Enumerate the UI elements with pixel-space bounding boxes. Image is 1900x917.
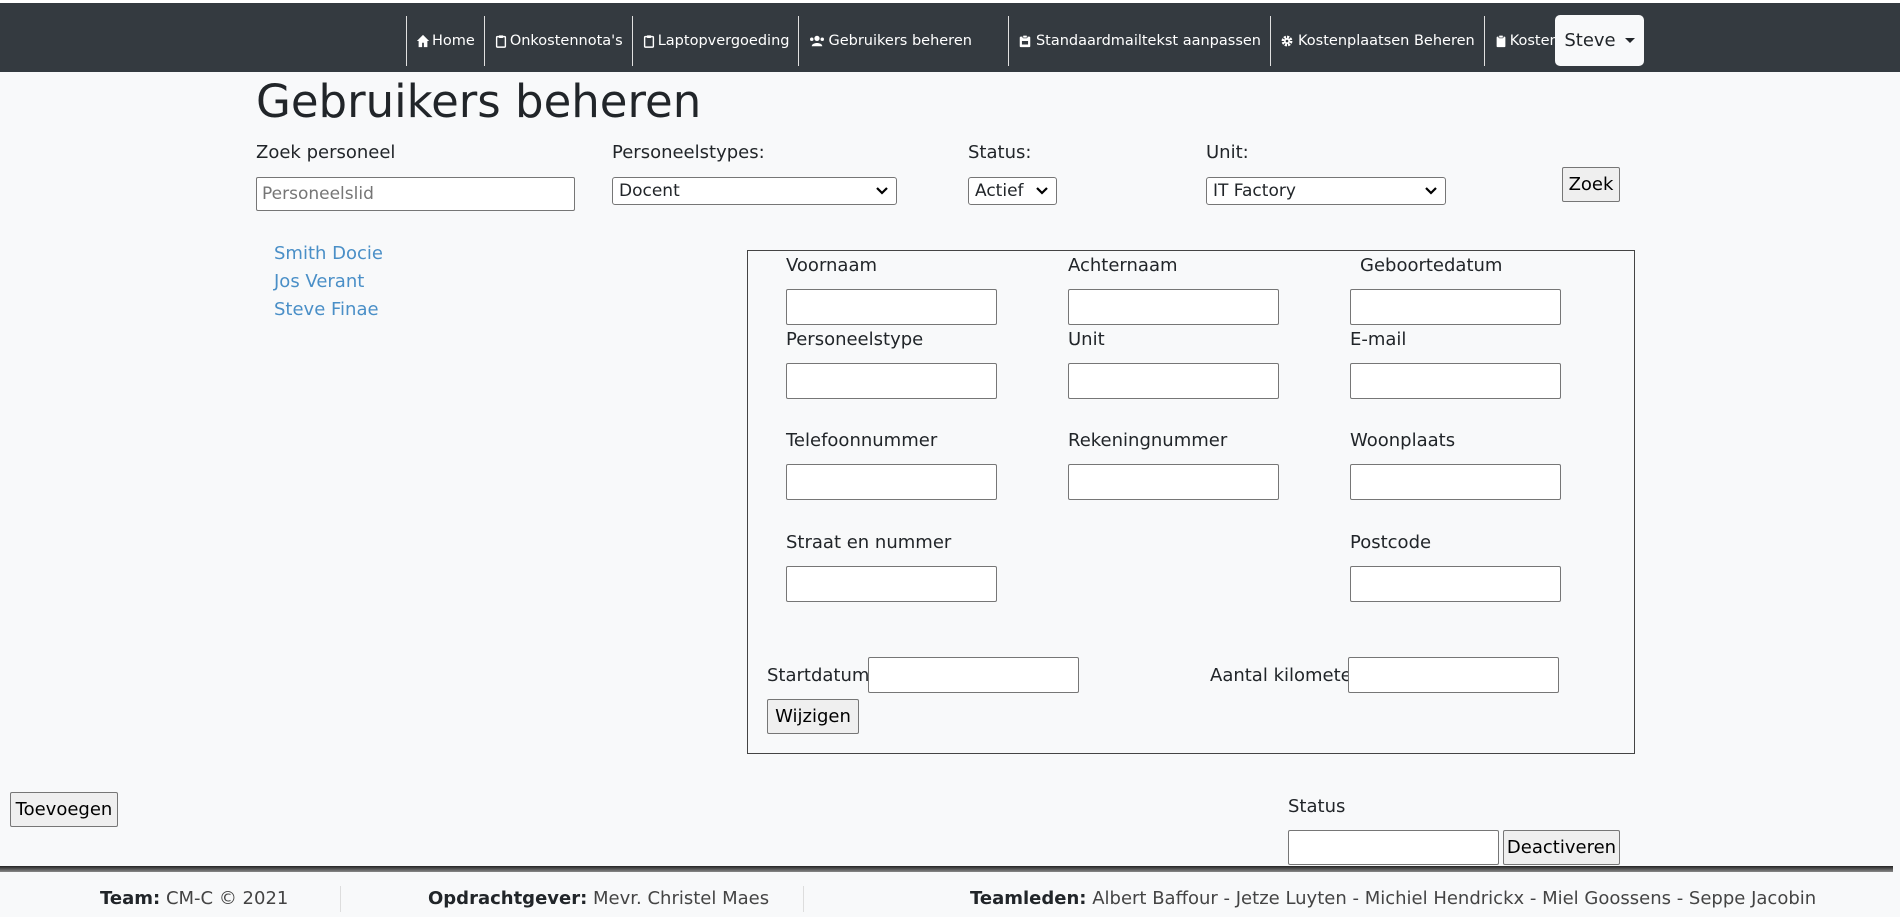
personeelstype-field[interactable]	[786, 363, 997, 399]
nav-laptopvergoeding[interactable]: Laptopvergoeding	[631, 16, 799, 66]
voornaam-label: Voornaam	[786, 255, 878, 276]
postcode-field[interactable]	[1350, 566, 1561, 602]
users-icon	[808, 34, 826, 48]
nav-onkostennotas-label: Onkostennota's	[509, 33, 623, 49]
personeelstype-select[interactable]: Docent	[612, 177, 897, 205]
navbar: Home Onkostennota's Laptopvergoeding Geb…	[0, 0, 1900, 72]
user-dropdown[interactable]: Steve	[1555, 15, 1644, 66]
footer-client: Opdrachtgever: Mevr. Christel Maes	[428, 888, 769, 909]
status-select[interactable]: Actief	[968, 177, 1057, 205]
telefoonnummer-field[interactable]	[786, 464, 997, 500]
nav-home-label: Home	[432, 33, 475, 49]
zoek-button[interactable]: Zoek	[1562, 167, 1620, 202]
nav-standaardmailtekst[interactable]: Standaardmailtekst aanpassen	[1007, 16, 1270, 66]
status-field[interactable]	[1288, 830, 1499, 865]
footer: Team: CM-C © 2021 Opdrachtgever: Mevr. C…	[0, 873, 1900, 917]
geboortedatum-label: Geboortedatum	[1360, 255, 1503, 276]
clipboard-icon	[642, 34, 656, 48]
postcode-label: Postcode	[1350, 532, 1432, 553]
toevoegen-button[interactable]: Toevoegen	[10, 792, 118, 827]
unit-value: IT Factory	[1213, 181, 1296, 201]
startdatum-label: Startdatum:	[767, 665, 876, 686]
rekeningnummer-field[interactable]	[1068, 464, 1279, 500]
footer-team-label: Team:	[100, 888, 161, 909]
footer-members-label: Teamleden:	[970, 888, 1087, 909]
telefoonnummer-label: Telefoonnummer	[786, 430, 938, 451]
rekeningnummer-label: Rekeningnummer	[1068, 430, 1228, 451]
nav-kostenplaatsen[interactable]: Kostenplaatsen Beheren	[1270, 16, 1484, 66]
nav-standaardmailtekst-label: Standaardmailtekst aanpassen	[1035, 33, 1261, 49]
user-link[interactable]: Jos Verant	[274, 268, 383, 296]
wijzigen-button[interactable]: Wijzigen	[767, 699, 859, 734]
woonplaats-label: Woonplaats	[1350, 430, 1456, 451]
unit-select[interactable]: IT Factory	[1206, 177, 1446, 205]
footer-members-value: Albert Baffour - Jetze Luyten - Michiel …	[1092, 888, 1817, 909]
home-icon	[416, 34, 430, 48]
footer-client-label: Opdrachtgever:	[428, 888, 588, 909]
nav-menu: Home Onkostennota's Laptopvergoeding Geb…	[406, 16, 1652, 66]
personeelstype-label: Personeelstype	[786, 329, 924, 350]
nav-gebruikers-label: Gebruikers beheren	[828, 33, 972, 49]
personeelstype-filter-label: Personeelstypes:	[612, 142, 765, 163]
user-details-panel: Voornaam Achternaam Geboortedatum Person…	[747, 250, 1635, 754]
search-label: Zoek personeel	[256, 142, 396, 163]
nav-gebruikers-beheren[interactable]: Gebruikers beheren	[798, 16, 1007, 66]
chevron-down-icon	[1425, 187, 1437, 195]
footer-team-value: CM-C © 2021	[165, 888, 289, 909]
mail-icon	[1018, 34, 1032, 48]
geboortedatum-field[interactable]	[1350, 289, 1561, 325]
status-value: Actief	[975, 181, 1024, 201]
page-title: Gebruikers beheren	[256, 75, 702, 128]
footer-members: Teamleden: Albert Baffour - Jetze Luyten…	[970, 888, 1816, 909]
achternaam-label: Achternaam	[1068, 255, 1178, 276]
deactiveren-button[interactable]: Deactiveren	[1503, 830, 1620, 865]
startdatum-field[interactable]	[868, 657, 1079, 693]
footer-client-value: Mevr. Christel Maes	[593, 888, 770, 909]
personeelstype-value: Docent	[619, 181, 680, 201]
chevron-down-icon	[876, 187, 888, 195]
clipboard-icon	[494, 34, 508, 48]
search-input[interactable]	[256, 177, 575, 211]
footer-team: Team: CM-C © 2021	[100, 888, 288, 909]
gear-icon	[1280, 34, 1294, 48]
status-label: Status	[1288, 796, 1346, 817]
caret-down-icon	[1624, 38, 1635, 43]
clipboard-icon	[1494, 34, 1508, 48]
unit-label: Unit	[1068, 329, 1105, 350]
user-link[interactable]: Steve Finae	[274, 296, 383, 324]
status-filter-label: Status:	[968, 142, 1032, 163]
achternaam-field[interactable]	[1068, 289, 1279, 325]
unit-field[interactable]	[1068, 363, 1279, 399]
voornaam-field[interactable]	[786, 289, 997, 325]
nav-kostenplaatsen-label: Kostenplaatsen Beheren	[1298, 33, 1475, 49]
kilometer-field[interactable]	[1348, 657, 1559, 693]
footer-separator	[803, 886, 804, 912]
kilometer-label: Aantal kilometer	[1210, 665, 1360, 686]
woonplaats-field[interactable]	[1350, 464, 1561, 500]
footer-separator	[340, 886, 341, 912]
nav-home[interactable]: Home	[406, 16, 484, 66]
email-field[interactable]	[1350, 363, 1561, 399]
footer-divider	[0, 866, 1893, 872]
chevron-down-icon	[1036, 187, 1048, 195]
email-label: E-mail	[1350, 329, 1407, 350]
user-name: Steve	[1564, 30, 1616, 51]
user-link[interactable]: Smith Docie	[274, 240, 383, 268]
straat-label: Straat en nummer	[786, 532, 952, 553]
nav-laptopvergoeding-label: Laptopvergoeding	[657, 33, 790, 49]
unit-filter-label: Unit:	[1206, 142, 1249, 163]
user-list: Smith Docie Jos Verant Steve Finae	[274, 240, 383, 324]
nav-onkostennotas[interactable]: Onkostennota's	[483, 16, 632, 66]
straat-field[interactable]	[786, 566, 997, 602]
